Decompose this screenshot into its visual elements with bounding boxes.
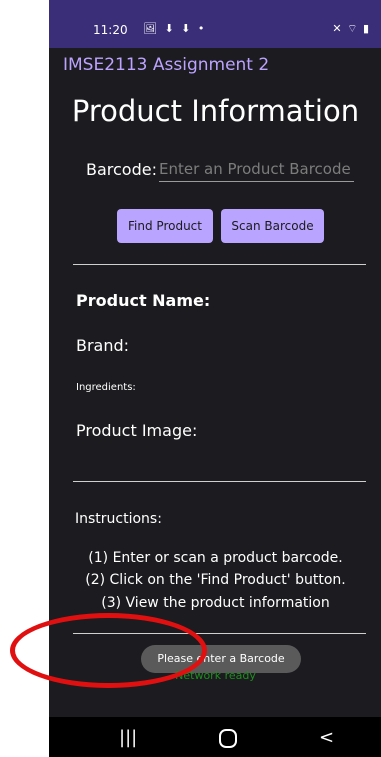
- recent-apps-icon[interactable]: |||: [119, 727, 137, 748]
- instruction-step: (3) View the product information: [101, 595, 330, 611]
- status-bar: 11:20 🖼 ⬇ ⬇ • ✕ ⌔ ▮: [49, 0, 381, 48]
- barcode-input[interactable]: [159, 157, 354, 182]
- page-title: Product Information: [71, 94, 360, 128]
- scan-barcode-button[interactable]: Scan Barcode: [221, 209, 324, 243]
- divider-middle: [73, 481, 366, 482]
- instruction-step: (2) Click on the 'Find Product' button.: [85, 572, 346, 588]
- find-product-button[interactable]: Find Product: [117, 209, 213, 243]
- home-icon[interactable]: [219, 729, 237, 748]
- instructions-title: Instructions:: [75, 511, 162, 527]
- status-time: 11:20: [93, 23, 128, 37]
- divider-top: [73, 264, 366, 265]
- product-name-label: Product Name:: [76, 291, 211, 310]
- product-image-label: Product Image:: [76, 421, 198, 440]
- app-title: IMSE2113 Assignment 2: [63, 55, 270, 75]
- back-icon[interactable]: <: [319, 727, 334, 748]
- notification-icons: 🖼 ⬇ ⬇ •: [143, 22, 207, 35]
- navigation-bar: ||| <: [49, 717, 381, 757]
- instruction-step: (1) Enter or scan a product barcode.: [88, 550, 343, 566]
- annotation-circle: [10, 613, 207, 688]
- barcode-label: Barcode:: [86, 160, 157, 179]
- brand-label: Brand:: [76, 336, 130, 355]
- system-icons: ✕ ⌔ ▮: [332, 22, 370, 35]
- ingredients-label: Ingredients:: [76, 382, 136, 393]
